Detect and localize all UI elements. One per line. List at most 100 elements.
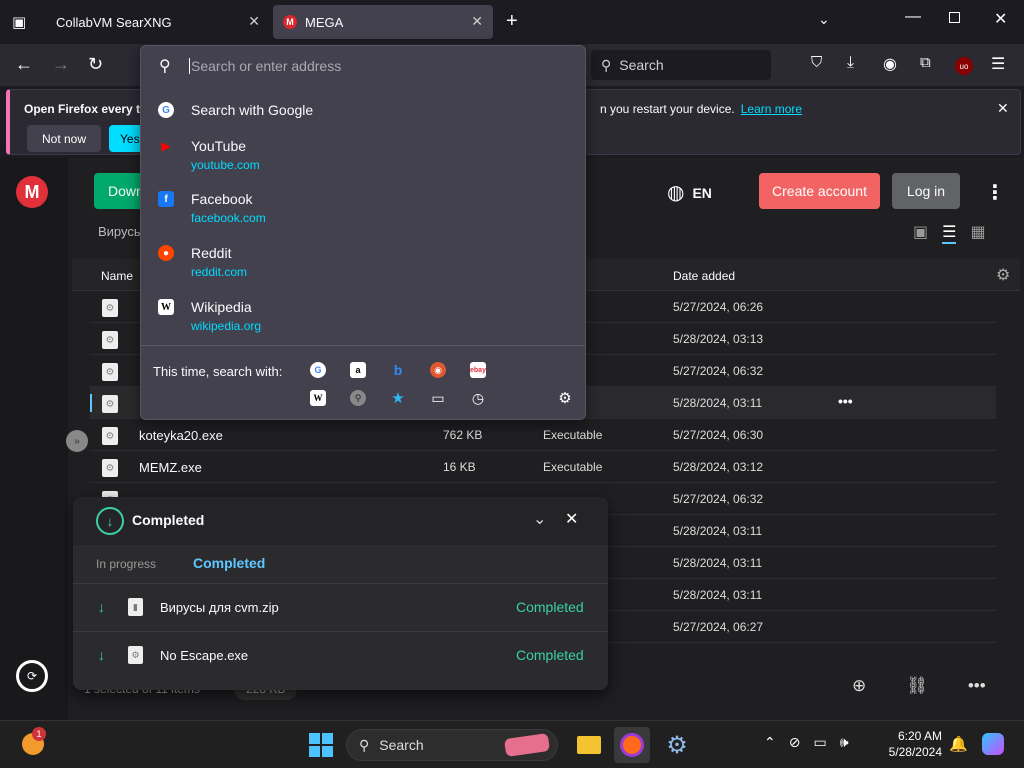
- taskbar-clock[interactable]: 6:20 AM 5/28/2024: [882, 728, 942, 760]
- display-icon[interactable]: ▭: [813, 734, 826, 751]
- one-time-search-label: This time, search with:: [153, 364, 283, 379]
- downloads-icon[interactable]: ⤓: [847, 54, 854, 72]
- close-icon[interactable]: ✕: [248, 13, 260, 30]
- file-size: 762 KB: [443, 428, 483, 442]
- tab-list-icon[interactable]: ▣: [12, 13, 26, 31]
- window-close-icon[interactable]: ✕: [994, 9, 1007, 29]
- close-icon[interactable]: ✕: [565, 509, 578, 529]
- link-icon[interactable]: ⛓: [906, 676, 928, 696]
- bookmarks-star-icon[interactable]: ★: [390, 390, 406, 407]
- forward-arrow-icon[interactable]: →: [52, 54, 70, 75]
- history-clock-icon[interactable]: ◷: [470, 390, 486, 406]
- log-in-button[interactable]: Log in: [892, 173, 960, 209]
- not-now-button[interactable]: Not now: [27, 125, 101, 152]
- bing-engine-icon[interactable]: b: [390, 362, 406, 378]
- windows-start-icon[interactable]: [309, 733, 333, 757]
- searxng-engine-icon[interactable]: ⚲: [350, 390, 366, 406]
- file-date: 5/27/2024, 06:27: [673, 620, 764, 634]
- volume-icon[interactable]: 🕪: [840, 734, 849, 751]
- transfer-item[interactable]: ↓ ▮ Вирусы для cvm.zip Completed: [73, 583, 608, 631]
- chevron-up-icon[interactable]: ⌃: [764, 734, 776, 751]
- mega-logo-icon[interactable]: M: [16, 176, 48, 208]
- google-engine-icon[interactable]: G: [310, 362, 326, 378]
- tab-bar: ▣ CollabVM SearXNG ✕ M MEGA ✕ + ⌄ — ✕: [0, 0, 1024, 44]
- learn-more-link[interactable]: Learn more: [741, 102, 802, 116]
- download-arrow-icon: ↓: [96, 507, 124, 535]
- divider: [141, 345, 585, 346]
- close-icon[interactable]: ✕: [997, 100, 1009, 117]
- wikipedia-icon: W: [158, 299, 174, 315]
- more-options-icon[interactable]: ⋮: [985, 180, 1005, 205]
- chevron-down-icon[interactable]: ⌄: [818, 11, 830, 28]
- chevron-down-icon[interactable]: ⌄: [533, 509, 546, 529]
- search-icon: ⚲: [359, 736, 370, 753]
- notification-text-tail: n you restart your device. Learn more: [600, 102, 803, 116]
- back-arrow-icon[interactable]: ←: [15, 54, 33, 75]
- file-date: 5/28/2024, 03:11: [673, 556, 763, 570]
- menu-hamburger-icon[interactable]: ☰: [991, 54, 1005, 74]
- column-settings-gear-icon[interactable]: ⚙: [996, 265, 1010, 285]
- notification-text: Open Firefox every ti: [24, 102, 144, 116]
- firefox-icon[interactable]: [614, 727, 650, 763]
- globe-icon: ◍: [667, 182, 685, 204]
- ublock-icon[interactable]: uo: [955, 57, 973, 75]
- row-more-options-icon[interactable]: •••: [838, 393, 853, 409]
- file-type: Executable: [543, 428, 603, 442]
- create-account-button[interactable]: Create account: [759, 173, 880, 209]
- download-circle-icon[interactable]: ⊕: [852, 676, 866, 696]
- bell-icon[interactable]: 🔔: [949, 735, 968, 753]
- account-icon[interactable]: ◉: [883, 54, 897, 74]
- file-explorer-icon[interactable]: [571, 727, 607, 763]
- expand-nav-icon[interactable]: »: [66, 430, 88, 452]
- ebay-engine-icon[interactable]: ebay: [470, 362, 486, 378]
- grid-view-icon[interactable]: ▦: [970, 222, 985, 244]
- tab-mega[interactable]: M MEGA ✕: [273, 5, 493, 39]
- list-view-icon[interactable]: ☰: [942, 222, 957, 244]
- transfer-panel-title: Completed: [132, 512, 205, 528]
- executable-file-icon: ⚙: [102, 427, 118, 445]
- restore-icon[interactable]: [949, 12, 960, 23]
- search-icon: ⚲: [601, 56, 612, 73]
- copilot-icon[interactable]: [982, 733, 1004, 755]
- amazon-engine-icon[interactable]: a: [350, 362, 366, 378]
- download-button[interactable]: Down: [94, 173, 146, 209]
- search-bar[interactable]: ⚲ Search: [591, 50, 771, 80]
- duckduckgo-engine-icon[interactable]: ◉: [430, 362, 446, 378]
- file-date: 5/28/2024, 03:11: [673, 588, 763, 602]
- breadcrumb[interactable]: Вирусы: [98, 224, 140, 239]
- pocket-icon[interactable]: ⛉: [811, 54, 822, 71]
- tab-completed[interactable]: Completed: [193, 555, 265, 571]
- mega-favicon-icon: M: [283, 15, 297, 29]
- reload-icon[interactable]: ↻: [88, 54, 103, 75]
- search-settings-gear-icon[interactable]: ⚙: [557, 390, 573, 407]
- address-input[interactable]: ⚲ Search or enter address: [141, 46, 585, 86]
- close-icon[interactable]: ✕: [471, 13, 483, 30]
- thumbnail-view-icon[interactable]: ▣: [913, 222, 928, 244]
- selection-marker: [90, 394, 92, 412]
- table-row[interactable]: ⚙ koteyka20.exe 762 KB Executable 5/27/2024,…: [90, 419, 996, 451]
- tab-collabvm-searxng[interactable]: CollabVM SearXNG ✕: [42, 5, 270, 39]
- transfer-item[interactable]: ↓ ⚙ No Escape.exe Completed: [73, 631, 608, 679]
- language-selector[interactable]: ◍ EN: [667, 180, 712, 205]
- tab-in-progress[interactable]: In progress: [96, 557, 156, 571]
- taskbar-search[interactable]: ⚲ Search: [346, 729, 558, 761]
- minimize-icon[interactable]: —: [905, 8, 921, 26]
- executable-file-icon: ⚙: [102, 331, 118, 349]
- transfer-manager-icon[interactable]: ⟳: [16, 660, 48, 692]
- wikipedia-engine-icon[interactable]: W: [310, 390, 326, 406]
- file-date: 5/27/2024, 06:32: [673, 364, 764, 378]
- search-highlight-decoration: [503, 733, 551, 757]
- column-date-added[interactable]: Date added: [673, 269, 735, 283]
- file-date: 5/28/2024, 03:13: [673, 332, 764, 346]
- extensions-icon[interactable]: ⧉: [920, 54, 931, 71]
- file-date: 5/27/2024, 06:26: [673, 300, 764, 314]
- address-placeholder: Search or enter address: [191, 58, 342, 74]
- network-icon[interactable]: ⊘: [789, 734, 801, 751]
- tabs-icon[interactable]: ▭: [430, 390, 446, 406]
- column-name[interactable]: Name: [101, 269, 133, 283]
- suggestion-url: facebook.com: [191, 211, 266, 225]
- table-row[interactable]: ⚙ MEMZ.exe 16 KB Executable 5/28/2024, 03:12: [90, 451, 996, 483]
- more-horizontal-icon[interactable]: •••: [968, 676, 986, 696]
- settings-gear-icon[interactable]: ⚙: [659, 727, 695, 763]
- new-tab-plus-icon[interactable]: +: [506, 10, 518, 33]
